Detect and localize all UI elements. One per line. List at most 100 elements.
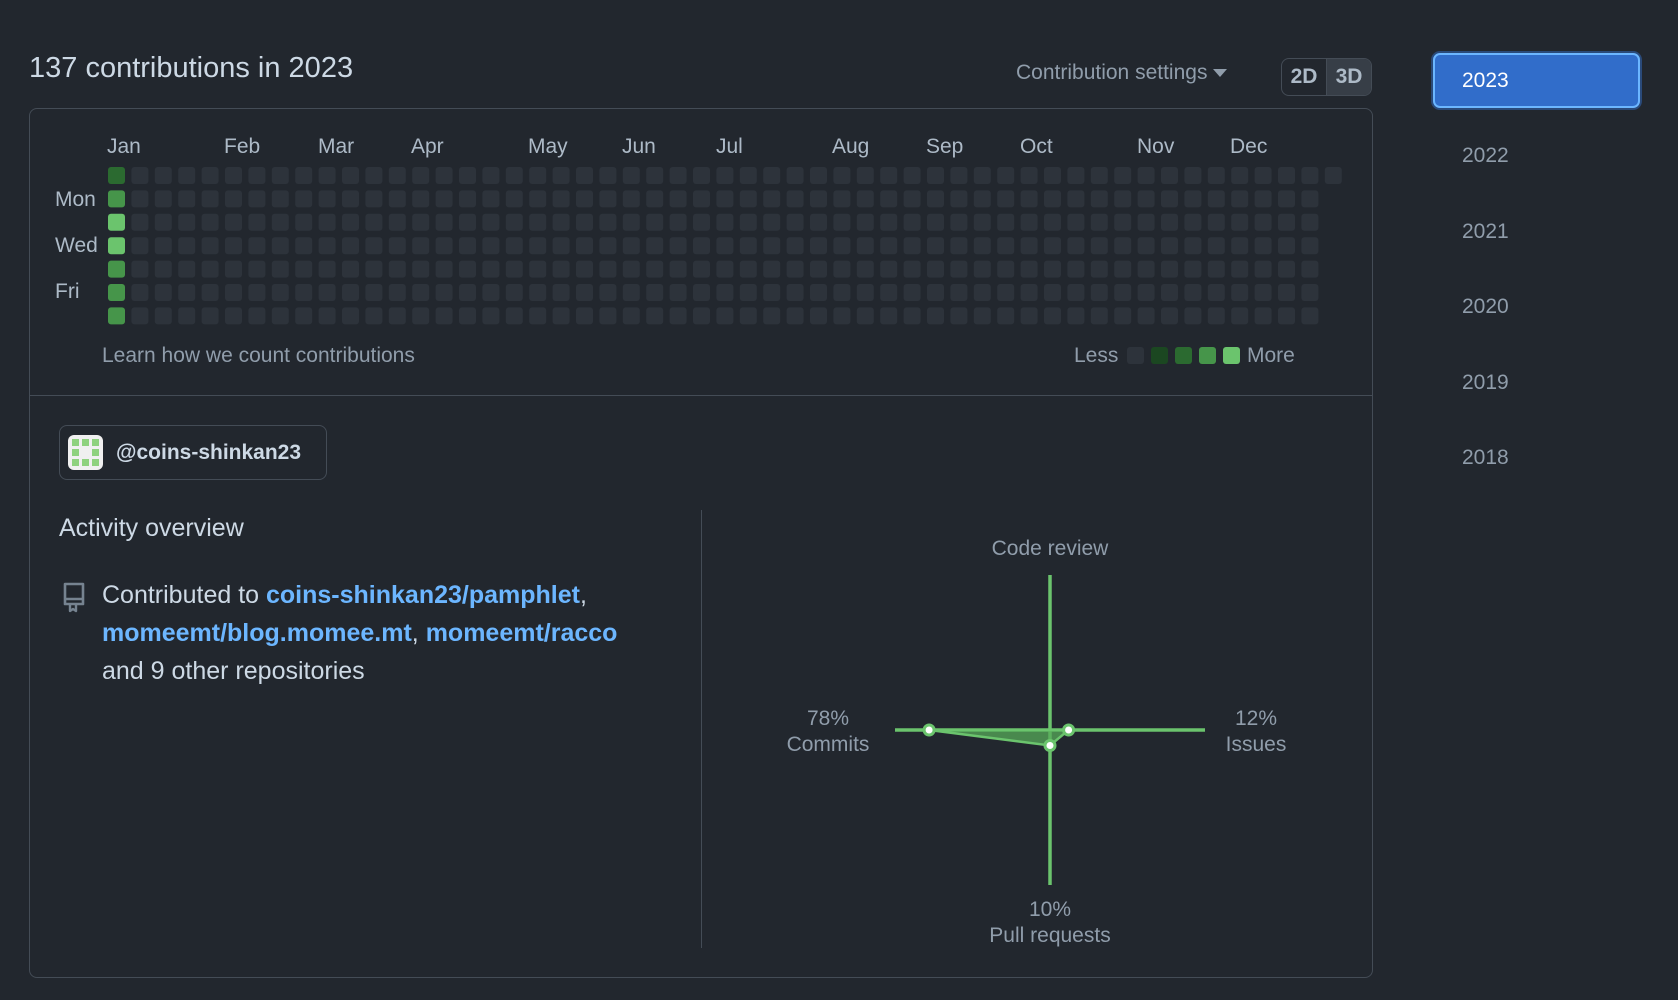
contribution-cell[interactable]	[973, 260, 991, 278]
contribution-cell[interactable]	[576, 190, 593, 208]
contribution-cell[interactable]	[810, 237, 827, 255]
year-link-2018[interactable]: 2018	[1433, 431, 1640, 486]
contribution-cell[interactable]	[786, 307, 804, 325]
contribution-cell[interactable]	[1020, 190, 1038, 208]
year-link-2022[interactable]: 2022	[1433, 129, 1640, 184]
contribution-cell[interactable]	[599, 167, 617, 184]
repo-link-blog[interactable]: momeemt/blog.momee.mt	[102, 619, 412, 647]
contribution-cell[interactable]	[646, 284, 664, 301]
contribution-cell[interactable]	[810, 284, 827, 301]
repo-link-racco[interactable]: momeemt/racco	[426, 619, 618, 647]
contribution-cell[interactable]	[1020, 260, 1038, 278]
contribution-cell[interactable]	[505, 284, 523, 301]
contribution-cell[interactable]	[880, 190, 898, 208]
contribution-cell[interactable]	[505, 167, 523, 184]
contribution-cell[interactable]	[833, 167, 851, 184]
contribution-cell[interactable]	[1114, 167, 1132, 184]
contribution-cell[interactable]	[1254, 260, 1272, 278]
contribution-cell[interactable]	[950, 213, 968, 231]
contribution-cell[interactable]	[248, 213, 266, 231]
contribution-cell[interactable]	[833, 307, 851, 325]
contribution-cell[interactable]	[716, 213, 734, 231]
contribution-cell[interactable]	[412, 213, 430, 231]
contribution-cell[interactable]	[365, 167, 383, 184]
contribution-cell[interactable]	[1020, 167, 1038, 184]
contribution-cell[interactable]	[482, 307, 500, 325]
contribution-cell[interactable]	[1137, 260, 1155, 278]
contribution-cell[interactable]	[1254, 284, 1272, 301]
contribution-cell[interactable]	[225, 260, 242, 278]
contribution-cell[interactable]	[1207, 167, 1225, 184]
contribution-cell[interactable]	[342, 307, 359, 325]
contribution-cell[interactable]	[763, 237, 781, 255]
contribution-cell[interactable]	[1301, 213, 1319, 231]
contribution-cell[interactable]	[646, 307, 664, 325]
contribution-cell[interactable]	[693, 213, 710, 231]
contribution-cell[interactable]	[576, 167, 593, 184]
contribution-cell[interactable]	[973, 237, 991, 255]
contribution-cell[interactable]	[856, 190, 874, 208]
contribution-cell[interactable]	[1301, 284, 1319, 301]
contribution-cell[interactable]	[108, 237, 125, 255]
year-link-2023[interactable]: 2023	[1433, 53, 1640, 108]
contribution-cell[interactable]	[1044, 237, 1061, 255]
contribution-cell[interactable]	[1137, 213, 1155, 231]
contribution-cell[interactable]	[646, 237, 664, 255]
contribution-cell[interactable]	[459, 307, 476, 325]
contribution-cell[interactable]	[599, 237, 617, 255]
contribution-cell[interactable]	[1044, 213, 1061, 231]
contribution-cell[interactable]	[271, 237, 289, 255]
contribution-cell[interactable]	[1301, 307, 1319, 325]
contribution-cell[interactable]	[739, 260, 757, 278]
contribution-cell[interactable]	[1114, 284, 1132, 301]
contribution-cell[interactable]	[693, 190, 710, 208]
contribution-cell[interactable]	[459, 237, 476, 255]
contribution-cell[interactable]	[295, 213, 313, 231]
contribution-cell[interactable]	[646, 260, 664, 278]
contribution-cell[interactable]	[388, 284, 406, 301]
contribution-cell[interactable]	[248, 307, 266, 325]
contribution-cell[interactable]	[950, 260, 968, 278]
contribution-cell[interactable]	[903, 307, 921, 325]
contribution-cell[interactable]	[880, 237, 898, 255]
contribution-cell[interactable]	[365, 307, 383, 325]
contribution-cell[interactable]	[622, 260, 640, 278]
contribution-cell[interactable]	[810, 213, 827, 231]
contribution-cell[interactable]	[739, 213, 757, 231]
contribution-cell[interactable]	[295, 260, 313, 278]
contribution-cell[interactable]	[529, 190, 547, 208]
contribution-cell[interactable]	[131, 260, 149, 278]
contribution-cell[interactable]	[786, 213, 804, 231]
contribution-cell[interactable]	[178, 190, 196, 208]
contribution-cell[interactable]	[622, 190, 640, 208]
contribution-cell[interactable]	[1161, 284, 1178, 301]
contribution-cell[interactable]	[693, 237, 710, 255]
contribution-cell[interactable]	[669, 213, 687, 231]
contribution-cell[interactable]	[1207, 190, 1225, 208]
contribution-cell[interactable]	[295, 190, 313, 208]
contribution-cell[interactable]	[1067, 190, 1085, 208]
contribution-cell[interactable]	[271, 260, 289, 278]
contribution-cell[interactable]	[271, 167, 289, 184]
contribution-cell[interactable]	[1301, 237, 1319, 255]
contribution-cell[interactable]	[927, 213, 944, 231]
repo-link-pamphlet[interactable]: coins-shinkan23/pamphlet	[266, 581, 580, 609]
contribution-cell[interactable]	[739, 307, 757, 325]
contribution-cell[interactable]	[1231, 260, 1249, 278]
contribution-cell[interactable]	[1137, 284, 1155, 301]
contribution-cell[interactable]	[1207, 237, 1225, 255]
contribution-cell[interactable]	[108, 213, 125, 231]
contribution-cell[interactable]	[973, 284, 991, 301]
contribution-cell[interactable]	[482, 213, 500, 231]
contribution-cell[interactable]	[716, 237, 734, 255]
contribution-cell[interactable]	[365, 190, 383, 208]
contribution-cell[interactable]	[1020, 284, 1038, 301]
contribution-cell[interactable]	[669, 260, 687, 278]
contribution-cell[interactable]	[903, 284, 921, 301]
contribution-cell[interactable]	[1231, 284, 1249, 301]
contribution-cell[interactable]	[880, 167, 898, 184]
contribution-cell[interactable]	[1278, 167, 1295, 184]
contribution-cell[interactable]	[1207, 284, 1225, 301]
contribution-cell[interactable]	[1090, 190, 1108, 208]
contribution-cell[interactable]	[622, 237, 640, 255]
